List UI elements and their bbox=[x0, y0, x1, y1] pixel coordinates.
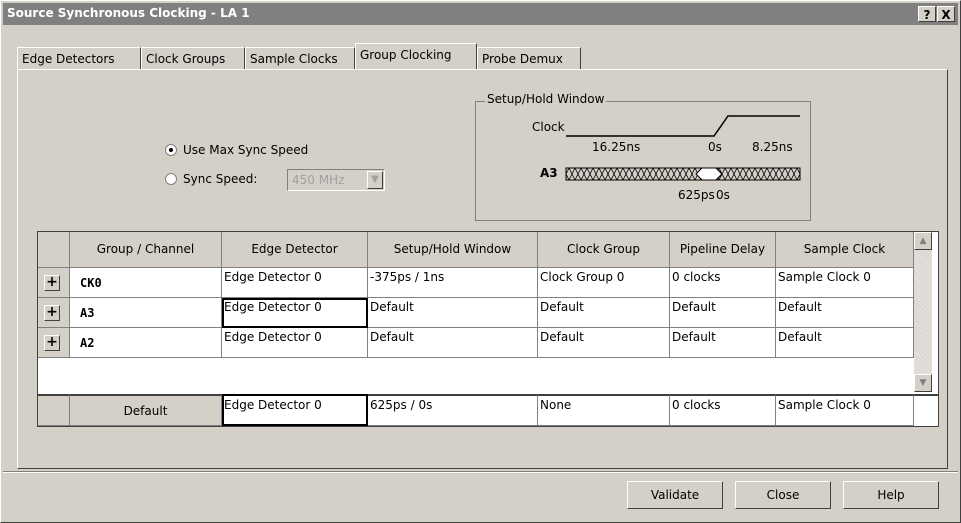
col-header-pipeline-delay[interactable]: Pipeline Delay bbox=[670, 232, 776, 268]
tab-clock-groups[interactable]: Clock Groups bbox=[141, 47, 245, 69]
setup-hold-legend: Setup/Hold Window bbox=[485, 92, 607, 106]
close-button[interactable]: Close bbox=[735, 481, 831, 509]
clock-group-cell[interactable]: Clock Group 0 bbox=[538, 268, 670, 298]
grid-corner bbox=[38, 232, 70, 268]
scroll-up-icon[interactable]: ▲ bbox=[914, 232, 932, 250]
help-title-button[interactable]: ? bbox=[918, 6, 936, 22]
tab-group-clocking[interactable]: Group Clocking bbox=[355, 43, 477, 69]
sync-speed-option[interactable]: Sync Speed: bbox=[165, 172, 257, 186]
use-max-radio[interactable] bbox=[165, 144, 177, 156]
grid-vertical-scrollbar[interactable]: ▲ ▼ bbox=[914, 232, 932, 392]
scroll-down-icon[interactable]: ▼ bbox=[914, 374, 932, 392]
expand-icon[interactable]: + bbox=[44, 335, 60, 351]
setup-hold-cell[interactable]: Default bbox=[368, 328, 538, 358]
close-title-button[interactable]: X bbox=[937, 6, 955, 22]
col-header-sample-clock[interactable]: Sample Clock bbox=[776, 232, 914, 268]
pipeline-delay-cell[interactable]: Default bbox=[670, 298, 776, 328]
row-expander-cell: + bbox=[38, 268, 70, 298]
footer-separator bbox=[3, 471, 958, 473]
window-setup-label: 625ps bbox=[678, 188, 715, 202]
col-header-setup-hold[interactable]: Setup/Hold Window bbox=[368, 232, 538, 268]
default-clock-group-cell[interactable]: None bbox=[538, 394, 670, 426]
clock-group-cell[interactable]: Default bbox=[538, 298, 670, 328]
time-right-label: 8.25ns bbox=[752, 140, 793, 154]
clock-label: Clock bbox=[532, 120, 565, 134]
channel-name-cell[interactable]: A2 bbox=[70, 328, 222, 358]
sample-clock-cell[interactable]: Default bbox=[776, 328, 914, 358]
pipeline-delay-cell[interactable]: Default bbox=[670, 328, 776, 358]
time-zero-label: 0s bbox=[708, 140, 722, 154]
default-pipeline-delay-cell[interactable]: 0 clocks bbox=[670, 394, 776, 426]
sample-clock-cell[interactable]: Default bbox=[776, 298, 914, 328]
default-setup-hold-cell[interactable]: 625ps / 0s bbox=[368, 394, 538, 426]
edge-detector-cell[interactable]: Edge Detector 0 bbox=[222, 298, 368, 328]
setup-hold-cell[interactable]: -375ps / 1ns bbox=[368, 268, 538, 298]
validate-button[interactable]: Validate bbox=[627, 481, 723, 509]
help-button[interactable]: Help bbox=[843, 481, 939, 509]
expand-icon[interactable]: + bbox=[44, 305, 60, 321]
title-bar: Source Synchronous Clocking - LA 1 ? X bbox=[3, 3, 958, 25]
row-expander-cell: + bbox=[38, 298, 70, 328]
use-max-sync-option[interactable]: Use Max Sync Speed bbox=[165, 143, 308, 157]
tab-probe-demux[interactable]: Probe Demux bbox=[477, 47, 581, 69]
default-sample-clock-cell[interactable]: Sample Clock 0 bbox=[776, 394, 914, 426]
channel-name-cell[interactable]: A3 bbox=[70, 298, 222, 328]
edge-detector-cell[interactable]: Edge Detector 0 bbox=[222, 328, 368, 358]
dialog-window: Source Synchronous Clocking - LA 1 ? X E… bbox=[0, 0, 961, 523]
clock-group-cell[interactable]: Default bbox=[538, 328, 670, 358]
sync-speed-value: 450 MHz bbox=[292, 173, 345, 187]
setup-hold-groupbox: Clock 16.25ns 0s 8.25ns A3 625ps 0s bbox=[475, 101, 811, 221]
tab-edge-detectors[interactable]: Edge Detectors bbox=[17, 47, 141, 69]
col-header-group-channel[interactable]: Group / Channel bbox=[70, 232, 222, 268]
pipeline-delay-cell[interactable]: 0 clocks bbox=[670, 268, 776, 298]
window-title: Source Synchronous Clocking - LA 1 bbox=[7, 6, 250, 20]
window-hold-label: 0s bbox=[716, 188, 730, 202]
edge-detector-cell[interactable]: Edge Detector 0 bbox=[222, 268, 368, 298]
default-row-filler bbox=[914, 394, 938, 426]
sync-speed-radio[interactable] bbox=[165, 173, 177, 185]
channel-name-cell[interactable]: CK0 bbox=[70, 268, 222, 298]
sync-speed-combo[interactable]: 450 MHz ▼ bbox=[287, 169, 385, 191]
tab-sample-clocks[interactable]: Sample Clocks bbox=[245, 47, 355, 69]
default-edge-detector-cell[interactable]: Edge Detector 0 bbox=[222, 394, 368, 426]
use-max-label: Use Max Sync Speed bbox=[183, 143, 309, 157]
setup-hold-diagram bbox=[565, 115, 801, 181]
col-header-edge-detector[interactable]: Edge Detector bbox=[222, 232, 368, 268]
row-expander-cell: + bbox=[38, 328, 70, 358]
col-header-clock-group[interactable]: Clock Group bbox=[538, 232, 670, 268]
chevron-down-icon[interactable]: ▼ bbox=[367, 171, 383, 189]
channel-grid: Group / Channel Edge Detector Setup/Hold… bbox=[37, 231, 939, 427]
default-row-label: Default bbox=[70, 394, 222, 426]
time-left-label: 16.25ns bbox=[592, 140, 641, 154]
signal-label: A3 bbox=[540, 166, 558, 180]
expand-icon[interactable]: + bbox=[44, 275, 60, 291]
sync-speed-label: Sync Speed: bbox=[183, 172, 258, 186]
sample-clock-cell[interactable]: Sample Clock 0 bbox=[776, 268, 914, 298]
setup-hold-cell[interactable]: Default bbox=[368, 298, 538, 328]
default-row-header bbox=[38, 394, 70, 426]
